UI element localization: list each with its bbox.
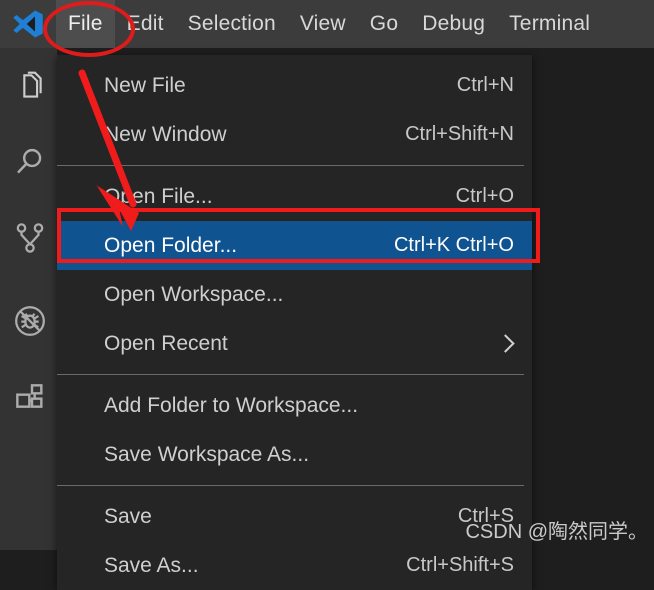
menu-item-label: Add Folder to Workspace...	[104, 393, 359, 417]
menu-item-shortcut: Ctrl+Shift+S	[406, 554, 514, 576]
extensions-icon[interactable]	[10, 378, 50, 418]
menubar-item-view[interactable]: View	[288, 0, 358, 48]
menu-item-shortcut: Ctrl+Shift+N	[405, 123, 514, 145]
menu-item-add-folder-to-workspace[interactable]: Add Folder to Workspace...	[57, 381, 532, 430]
menubar-item-terminal[interactable]: Terminal	[497, 0, 602, 48]
menubar-item-file[interactable]: File	[56, 0, 115, 48]
title-bar: File Edit Selection View Go Debug Termin…	[0, 0, 654, 48]
menu-item-label: Save Workspace As...	[104, 442, 310, 466]
menu-item-open-workspace[interactable]: Open Workspace...	[57, 270, 532, 319]
menubar-item-label: Terminal	[509, 12, 591, 35]
menubar-item-label: Selection	[187, 12, 276, 35]
menu-item-save[interactable]: Save Ctrl+S	[57, 492, 532, 541]
menubar-item-label: View	[299, 12, 346, 35]
activity-bar	[0, 48, 57, 550]
chevron-right-icon	[498, 333, 514, 355]
menu-item-save-workspace-as[interactable]: Save Workspace As...	[57, 430, 532, 479]
menu-separator	[57, 485, 524, 486]
search-icon[interactable]	[10, 143, 50, 183]
menu-item-label: New Window	[104, 122, 227, 146]
menu-item-open-file[interactable]: Open File... Ctrl+O	[57, 172, 532, 221]
watermark-text: CSDN @陶然同学。	[465, 521, 648, 543]
menubar-item-go[interactable]: Go	[358, 0, 410, 48]
menu-item-label: Open File...	[104, 184, 213, 208]
menu-item-shortcut: Ctrl+O	[455, 185, 514, 207]
menubar-item-edit[interactable]: Edit	[115, 0, 176, 48]
menubar-item-label: File	[68, 12, 103, 35]
menu-separator	[57, 165, 524, 166]
menu-item-shortcut: Ctrl+K Ctrl+O	[393, 234, 514, 256]
explorer-icon[interactable]	[10, 68, 50, 108]
source-control-icon[interactable]	[10, 218, 50, 258]
file-menu-dropdown: New File Ctrl+N New Window Ctrl+Shift+N …	[57, 55, 532, 590]
menubar-item-selection[interactable]: Selection	[176, 0, 288, 48]
menu-item-new-window[interactable]: New Window Ctrl+Shift+N	[57, 110, 532, 159]
menu-item-label: Open Workspace...	[104, 282, 284, 306]
menu-separator	[57, 374, 524, 375]
debug-icon[interactable]	[10, 301, 50, 341]
menubar-item-debug[interactable]: Debug	[410, 0, 497, 48]
menu-item-open-recent[interactable]: Open Recent	[57, 319, 532, 368]
menubar-item-label: Debug	[422, 12, 486, 35]
menu-item-label: Save	[104, 504, 152, 528]
menubar-item-label: Go	[369, 12, 399, 35]
menu-item-label: Save As...	[104, 553, 199, 577]
menu-item-shortcut: Ctrl+N	[456, 74, 514, 96]
menu-item-label: Open Folder...	[104, 233, 238, 257]
menu-item-label: New File	[104, 73, 186, 97]
menu-item-new-file[interactable]: New File Ctrl+N	[57, 61, 532, 110]
vscode-logo-icon	[0, 0, 56, 48]
menubar-item-label: Edit	[126, 12, 164, 35]
menu-item-save-as[interactable]: Save As... Ctrl+Shift+S	[57, 541, 532, 590]
menu-item-open-folder[interactable]: Open Folder... Ctrl+K Ctrl+O	[57, 221, 532, 270]
menu-item-label: Open Recent	[104, 331, 228, 355]
